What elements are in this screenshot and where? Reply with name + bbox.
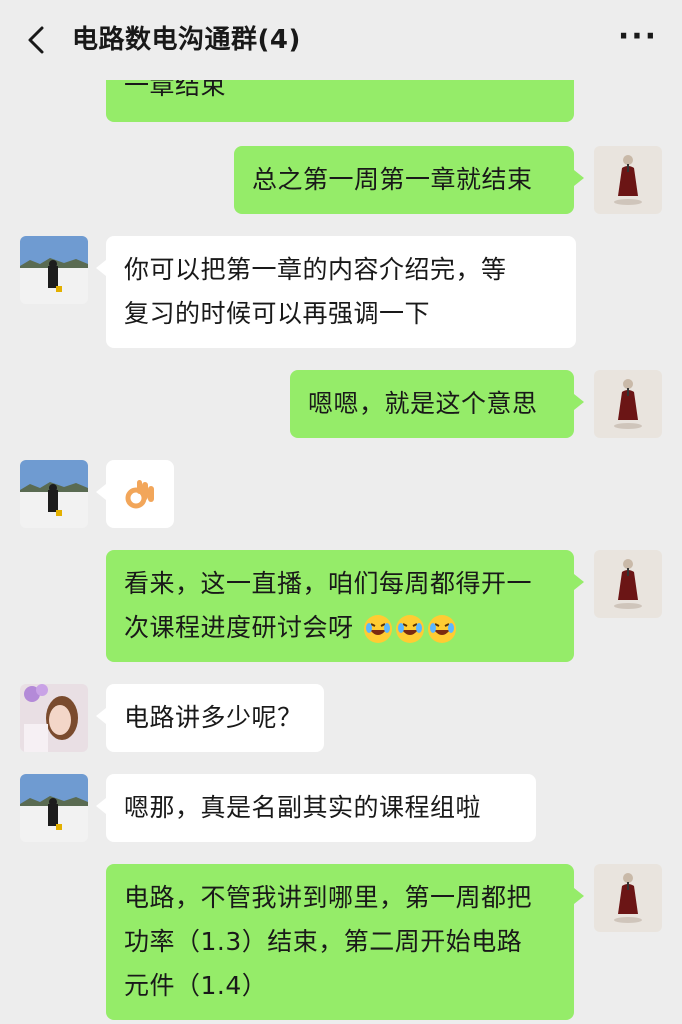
message-bubble[interactable]: 你可以把第一章的内容介绍完，等 复习的时候可以再强调一下 (96, 236, 576, 348)
avatar-member[interactable] (20, 774, 88, 842)
more-options-button[interactable]: ··· (614, 22, 662, 58)
message-text-line: 复习的时候可以再强调一下 (124, 299, 431, 328)
self-avatar-image (594, 370, 662, 438)
avatar-member[interactable] (20, 236, 88, 304)
message-text-line: 电路，不管我讲到哪里，第一周都把 (124, 883, 533, 912)
chat-header: 电路数电沟通群(4) ··· (0, 0, 682, 80)
avatar-member[interactable] (20, 460, 88, 528)
rofl-icon (426, 613, 458, 645)
self-avatar-image (594, 146, 662, 214)
message-bubble[interactable]: 总之第一周第一章就结束 (234, 146, 584, 214)
back-button[interactable] (16, 20, 56, 60)
avatar-self[interactable] (594, 146, 662, 214)
member2-avatar-image (20, 684, 88, 752)
message-bubble[interactable]: 电路讲多少呢？ (96, 684, 324, 752)
member-avatar-image (20, 774, 88, 842)
message-text-line: 功率（1.3）结束，第二周开始电路 (124, 927, 523, 956)
message-list[interactable]: 一章结束 总之第一周第一章就结束 你可以把第一章的内容介绍完，等 复习的时候可以… (0, 80, 682, 1024)
avatar-self[interactable] (594, 550, 662, 618)
message-bubble[interactable]: 看来，这一直播，咱们每周都得开一 次课程进度研讨会呀 (106, 550, 584, 662)
message-text: 嗯嗯，就是这个意思 (308, 389, 538, 418)
message-text-line: 看来，这一直播，咱们每周都得开一 (124, 569, 533, 598)
message-bubble[interactable] (96, 460, 174, 528)
avatar-member-2[interactable] (20, 684, 88, 752)
message-text: 嗯那，真是名副其实的课程组啦 (124, 793, 482, 822)
message-text: 次课程进度研讨会呀 (124, 613, 354, 642)
message-text-line: 元件（1.4） (124, 971, 268, 1000)
message-bubble[interactable]: 嗯嗯，就是这个意思 (290, 370, 584, 438)
message-bubble[interactable]: 一章结束 (106, 80, 574, 122)
avatar-self[interactable] (594, 864, 662, 932)
message-text-line: 次课程进度研讨会呀 (124, 606, 556, 650)
avatar-self[interactable] (594, 370, 662, 438)
chat-title[interactable]: 电路数电沟通群(4) (72, 18, 301, 62)
self-avatar-image (594, 864, 662, 932)
member-avatar-image (20, 236, 88, 304)
message-text-line: 你可以把第一章的内容介绍完，等 (124, 255, 507, 284)
message-text: 一章结束 (124, 80, 227, 100)
ok-hand-icon (125, 480, 154, 509)
message-bubble[interactable]: 电路，不管我讲到哪里，第一周都把 功率（1.3）结束，第二周开始电路 元件（1.… (106, 864, 584, 1020)
rofl-icon (362, 613, 394, 645)
rofl-icon (394, 613, 426, 645)
member-avatar-image (20, 460, 88, 528)
self-avatar-image (594, 550, 662, 618)
message-bubble[interactable]: 嗯那，真是名副其实的课程组啦 (96, 774, 536, 842)
chevron-left-icon (28, 26, 44, 54)
message-text: 电路讲多少呢？ (124, 703, 303, 732)
message-text: 总之第一周第一章就结束 (252, 165, 533, 194)
